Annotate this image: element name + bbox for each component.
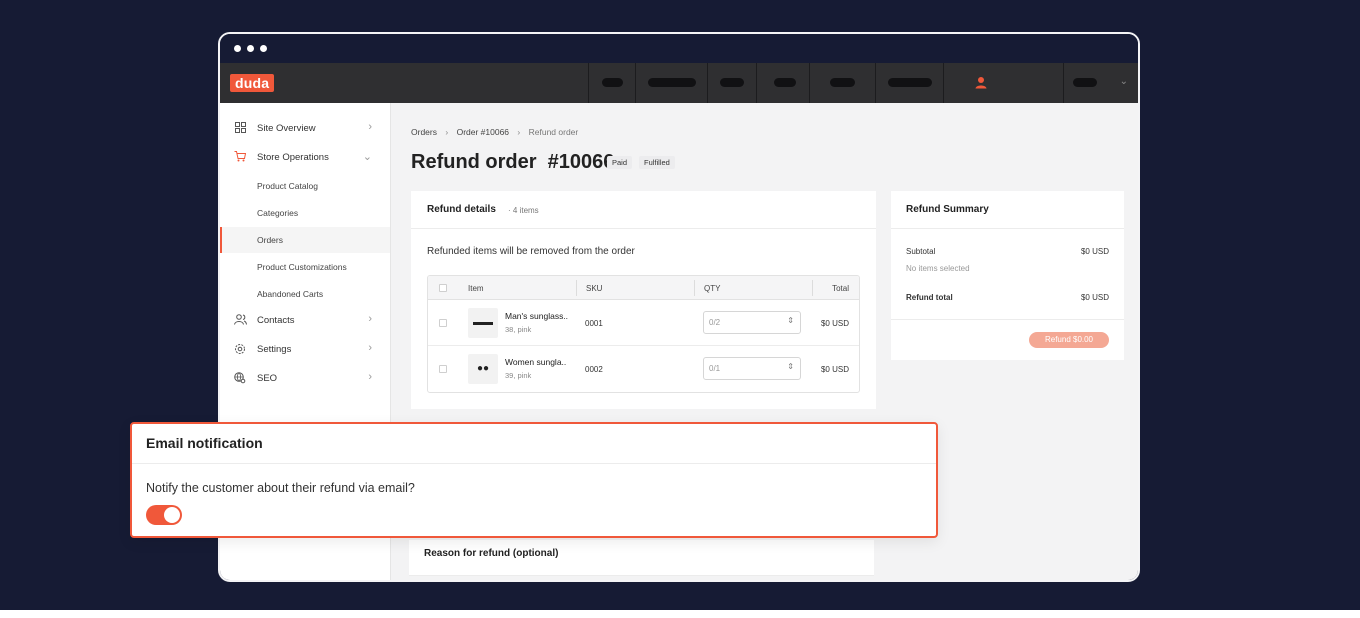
- col-item: Item: [468, 284, 484, 293]
- status-badge-fulfilled: Fulfilled: [639, 156, 675, 169]
- window-titlebar: [220, 34, 1138, 63]
- chevron-down-icon: ⌄: [1119, 76, 1128, 87]
- top-navigation: duda ⌄: [220, 63, 1138, 103]
- status-badge-paid: Paid: [607, 156, 633, 169]
- stepper-arrows-icon: ⇕: [787, 362, 794, 371]
- sidebar-subitem-orders[interactable]: Orders: [220, 227, 390, 253]
- sidebar-subitem-product-customizations[interactable]: Product Customizations: [220, 254, 390, 280]
- sidebar-subitem-categories[interactable]: Categories: [220, 200, 390, 226]
- chevron-right-icon: ›: [368, 371, 372, 383]
- nav-placeholder-4[interactable]: [756, 63, 809, 103]
- subtotal-row: Subtotal $0 USD: [906, 247, 1109, 256]
- duda-logo[interactable]: duda: [230, 74, 275, 92]
- sidebar-subitem-product-catalog[interactable]: Product Catalog: [220, 173, 390, 199]
- gear-icon: [234, 343, 246, 355]
- sidebar-item-settings[interactable]: Settings ›: [220, 337, 390, 363]
- no-items-note: No items selected: [906, 264, 970, 273]
- row-checkbox[interactable]: [439, 319, 447, 327]
- nav-account-dropdown[interactable]: ⌄: [1063, 63, 1138, 103]
- reason-label: Reason for refund (optional): [424, 548, 559, 559]
- email-notification-panel: Email notification Notify the customer a…: [130, 422, 938, 538]
- cart-icon: [234, 151, 247, 163]
- nav-placeholder-1[interactable]: [588, 63, 635, 103]
- chevron-right-icon: ›: [368, 342, 372, 354]
- page-title: Refund order #10066: [411, 151, 615, 173]
- sidebar-item-contacts[interactable]: Contacts ›: [220, 308, 390, 334]
- refund-details-title: Refund details: [427, 204, 496, 215]
- window-dot: [260, 45, 267, 52]
- refund-note: Refunded items will be removed from the …: [427, 246, 635, 257]
- table-header: Item SKU QTY Total: [428, 276, 859, 300]
- table-row: ▬▬ Man's sunglass.. 38, pink 0001 0/2 ⇕ …: [428, 300, 859, 346]
- email-notification-title: Email notification: [146, 435, 263, 451]
- sidebar-item-store-operations[interactable]: Store Operations ⌄: [220, 145, 390, 171]
- refund-details-card: Refund details · 4 items Refunded items …: [411, 191, 876, 409]
- items-count: · 4 items: [508, 206, 539, 215]
- chevron-right-icon: ›: [368, 313, 372, 325]
- col-sku: SKU: [586, 284, 603, 293]
- user-icon: [975, 77, 987, 89]
- col-qty: QTY: [704, 284, 721, 293]
- users-icon: [234, 314, 247, 326]
- chevron-right-icon: ›: [368, 121, 372, 133]
- sunglasses-thumbnail: ▬▬: [468, 308, 498, 338]
- page-bottom-strip: [0, 610, 1360, 618]
- row-checkbox[interactable]: [439, 365, 447, 373]
- chevron-right-icon: ›: [517, 127, 521, 137]
- col-total: Total: [832, 284, 849, 293]
- sidebar-item-seo[interactable]: SEO ›: [220, 366, 390, 392]
- refund-total-row: Refund total $0 USD: [906, 293, 1109, 302]
- refund-summary-title: Refund Summary: [906, 204, 989, 215]
- refund-button[interactable]: Refund $0.00: [1029, 332, 1109, 348]
- quantity-stepper[interactable]: 0/1 ⇕: [703, 357, 801, 380]
- window-dot: [234, 45, 241, 52]
- email-notification-question: Notify the customer about their refund v…: [146, 481, 415, 495]
- refund-summary-card: Refund Summary Subtotal $0 USD No items …: [891, 191, 1124, 360]
- nav-placeholder-2[interactable]: [635, 63, 707, 103]
- table-row: ●● Women sungla.. 39, pink 0002 0/1 ⇕ $0…: [428, 346, 859, 392]
- chevron-down-icon: ⌄: [362, 151, 372, 163]
- nav-placeholder-5[interactable]: [809, 63, 875, 103]
- nav-placeholder-6[interactable]: [875, 63, 943, 103]
- stepper-arrows-icon: ⇕: [787, 316, 794, 325]
- breadcrumb-current: Refund order: [528, 127, 579, 137]
- nav-placeholder-3[interactable]: [707, 63, 756, 103]
- toggle-knob: [164, 507, 180, 523]
- sidebar-subitem-abandoned-carts[interactable]: Abandoned Carts: [220, 281, 390, 307]
- email-notification-toggle[interactable]: [146, 505, 182, 525]
- refund-items-table: Item SKU QTY Total ▬▬ Man's sunglass.. 3…: [427, 275, 860, 393]
- breadcrumb-orders[interactable]: Orders: [411, 127, 437, 137]
- window-dot: [247, 45, 254, 52]
- quantity-stepper[interactable]: 0/2 ⇕: [703, 311, 801, 334]
- nav-user[interactable]: [943, 63, 1063, 103]
- chevron-right-icon: ›: [445, 127, 449, 137]
- select-all-checkbox[interactable]: [439, 284, 447, 292]
- sidebar-item-site-overview[interactable]: Site Overview ›: [220, 116, 390, 142]
- breadcrumb-order[interactable]: Order #10066: [457, 127, 509, 137]
- globe-search-icon: [234, 372, 246, 384]
- sunglasses-thumbnail: ●●: [468, 354, 498, 384]
- grid-icon: [234, 122, 246, 134]
- breadcrumb: Orders › Order #10066 › Refund order: [411, 127, 584, 137]
